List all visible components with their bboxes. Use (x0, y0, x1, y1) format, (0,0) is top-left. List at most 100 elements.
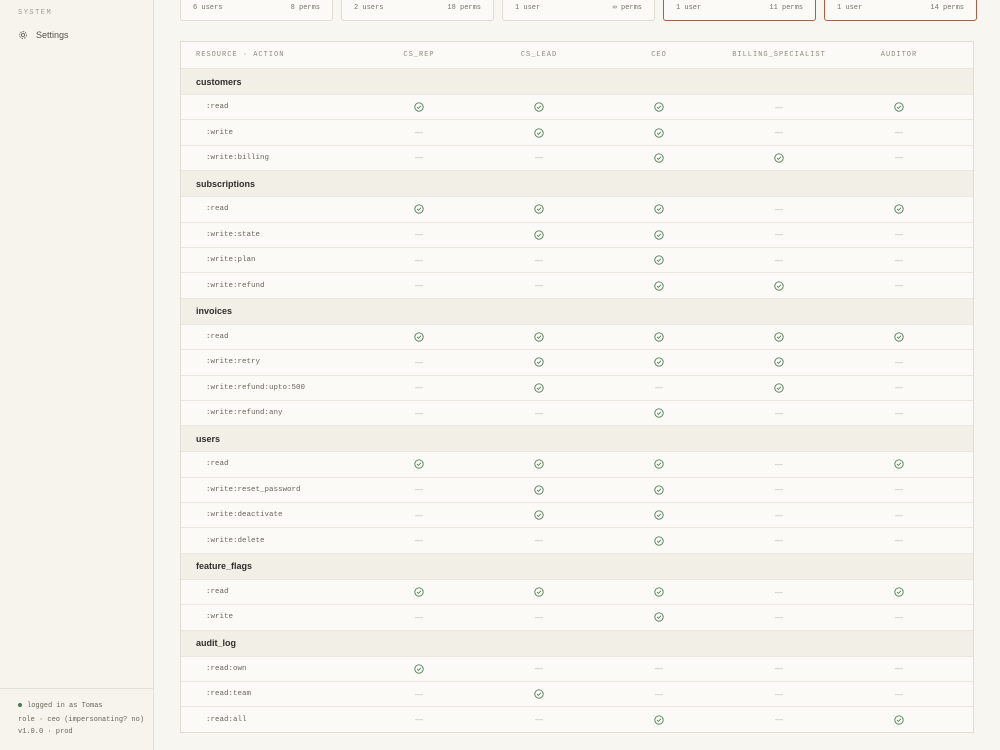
permission-denied[interactable]: — (535, 146, 543, 170)
permission-denied[interactable]: — (535, 707, 543, 731)
permission-denied[interactable]: — (415, 376, 423, 400)
role-card[interactable]: 1 user 11 perms (663, 0, 816, 21)
permission-denied[interactable]: — (775, 503, 783, 527)
permission-denied[interactable]: — (415, 528, 423, 552)
permission-denied[interactable]: — (415, 273, 423, 297)
check-circle-icon[interactable] (774, 325, 784, 349)
permission-denied[interactable]: — (535, 401, 543, 425)
check-circle-icon[interactable] (654, 120, 664, 144)
permission-denied[interactable]: — (535, 605, 543, 629)
check-circle-icon[interactable] (654, 146, 664, 170)
header-role[interactable]: CEO (651, 42, 667, 68)
check-circle-icon[interactable] (654, 350, 664, 374)
check-circle-icon[interactable] (654, 452, 664, 476)
role-card[interactable]: 6 users 8 perms (180, 0, 333, 21)
check-circle-icon[interactable] (894, 580, 904, 604)
permission-denied[interactable]: — (895, 503, 903, 527)
check-circle-icon[interactable] (414, 452, 424, 476)
permission-denied[interactable]: — (655, 682, 663, 706)
check-circle-icon[interactable] (534, 478, 544, 502)
check-circle-icon[interactable] (534, 325, 544, 349)
header-role[interactable]: CS_LEAD (521, 42, 557, 68)
permission-denied[interactable]: — (535, 273, 543, 297)
permission-denied[interactable]: — (655, 657, 663, 681)
permission-denied[interactable]: — (895, 478, 903, 502)
permission-denied[interactable]: — (655, 376, 663, 400)
check-circle-icon[interactable] (774, 376, 784, 400)
check-circle-icon[interactable] (534, 350, 544, 374)
permission-denied[interactable]: — (775, 657, 783, 681)
check-circle-icon[interactable] (414, 197, 424, 221)
header-role[interactable]: AUDITOR (881, 42, 917, 68)
check-circle-icon[interactable] (654, 223, 664, 247)
check-circle-icon[interactable] (414, 95, 424, 119)
check-circle-icon[interactable] (654, 273, 664, 297)
permission-denied[interactable]: — (415, 350, 423, 374)
permission-denied[interactable]: — (415, 120, 423, 144)
check-circle-icon[interactable] (534, 95, 544, 119)
check-circle-icon[interactable] (414, 325, 424, 349)
permission-denied[interactable]: — (895, 376, 903, 400)
check-circle-icon[interactable] (534, 682, 544, 706)
permission-denied[interactable]: — (775, 95, 783, 119)
check-circle-icon[interactable] (534, 223, 544, 247)
check-circle-icon[interactable] (654, 478, 664, 502)
permission-denied[interactable]: — (775, 707, 783, 731)
permission-denied[interactable]: — (415, 478, 423, 502)
check-circle-icon[interactable] (534, 376, 544, 400)
permission-denied[interactable]: — (895, 682, 903, 706)
role-card[interactable]: 1 user 14 perms (824, 0, 977, 21)
permission-denied[interactable]: — (775, 478, 783, 502)
permission-denied[interactable]: — (535, 528, 543, 552)
check-circle-icon[interactable] (894, 325, 904, 349)
permission-denied[interactable]: — (895, 120, 903, 144)
permission-denied[interactable]: — (895, 401, 903, 425)
permission-denied[interactable]: — (415, 248, 423, 272)
permission-denied[interactable]: — (775, 197, 783, 221)
check-circle-icon[interactable] (654, 197, 664, 221)
permission-denied[interactable]: — (895, 528, 903, 552)
check-circle-icon[interactable] (534, 452, 544, 476)
permission-denied[interactable]: — (535, 248, 543, 272)
check-circle-icon[interactable] (414, 580, 424, 604)
permission-denied[interactable]: — (895, 350, 903, 374)
permission-denied[interactable]: — (775, 223, 783, 247)
permission-denied[interactable]: — (895, 223, 903, 247)
permission-denied[interactable]: — (415, 146, 423, 170)
role-card[interactable]: 1 user ∞ perms (502, 0, 655, 21)
check-circle-icon[interactable] (534, 503, 544, 527)
permission-denied[interactable]: — (895, 657, 903, 681)
permission-denied[interactable]: — (895, 146, 903, 170)
permission-denied[interactable]: — (775, 528, 783, 552)
check-circle-icon[interactable] (894, 452, 904, 476)
check-circle-icon[interactable] (894, 707, 904, 731)
check-circle-icon[interactable] (774, 273, 784, 297)
permission-denied[interactable]: — (775, 248, 783, 272)
check-circle-icon[interactable] (894, 197, 904, 221)
check-circle-icon[interactable] (654, 401, 664, 425)
check-circle-icon[interactable] (654, 580, 664, 604)
permission-denied[interactable]: — (775, 452, 783, 476)
header-role[interactable]: BILLING_SPECIALIST (732, 42, 826, 68)
check-circle-icon[interactable] (534, 120, 544, 144)
check-circle-icon[interactable] (534, 580, 544, 604)
permission-denied[interactable]: — (775, 682, 783, 706)
check-circle-icon[interactable] (654, 528, 664, 552)
check-circle-icon[interactable] (654, 248, 664, 272)
sidebar-item-settings[interactable]: Settings (18, 30, 69, 40)
permission-denied[interactable]: — (415, 401, 423, 425)
check-circle-icon[interactable] (894, 95, 904, 119)
check-circle-icon[interactable] (654, 325, 664, 349)
check-circle-icon[interactable] (654, 605, 664, 629)
check-circle-icon[interactable] (414, 657, 424, 681)
permission-denied[interactable]: — (895, 273, 903, 297)
permission-denied[interactable]: — (415, 682, 423, 706)
permission-denied[interactable]: — (415, 223, 423, 247)
check-circle-icon[interactable] (654, 503, 664, 527)
permission-denied[interactable]: — (415, 605, 423, 629)
permission-denied[interactable]: — (535, 657, 543, 681)
check-circle-icon[interactable] (774, 146, 784, 170)
permission-denied[interactable]: — (415, 707, 423, 731)
permission-denied[interactable]: — (775, 580, 783, 604)
permission-denied[interactable]: — (415, 503, 423, 527)
